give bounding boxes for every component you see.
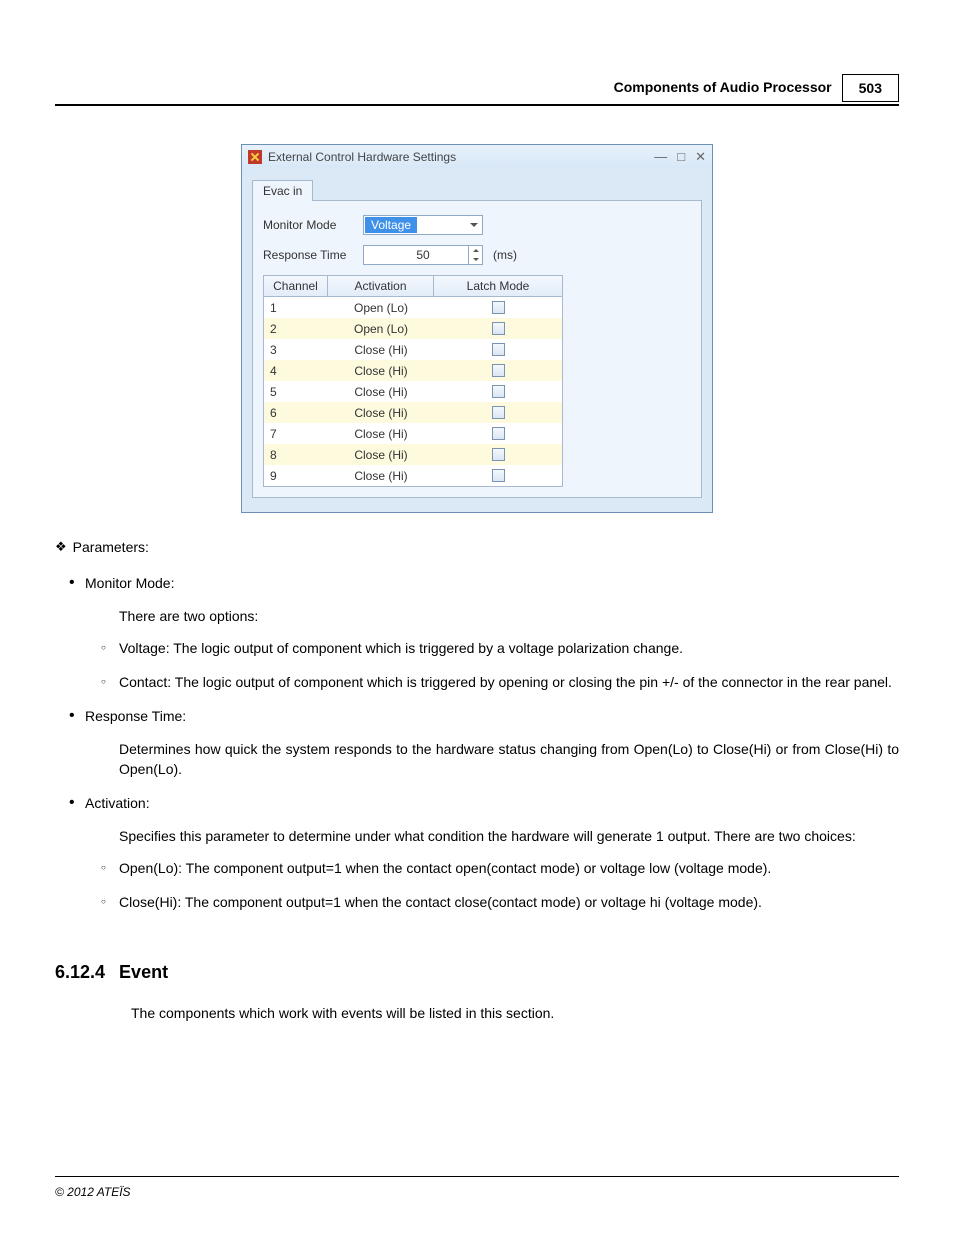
- spin-up-icon[interactable]: [469, 246, 482, 255]
- diamond-icon: ❖: [55, 538, 67, 557]
- latch-checkbox[interactable]: [492, 448, 505, 461]
- cell-channel: 4: [264, 364, 328, 378]
- cell-latch-mode: [434, 406, 562, 419]
- grid-row[interactable]: 5Close (Hi): [264, 381, 562, 402]
- cell-activation[interactable]: Close (Hi): [328, 469, 434, 483]
- cell-activation[interactable]: Open (Lo): [328, 301, 434, 315]
- grid-row[interactable]: 8Close (Hi): [264, 444, 562, 465]
- channel-grid: Channel Activation Latch Mode 1Open (Lo)…: [263, 275, 563, 487]
- cell-activation[interactable]: Close (Hi): [328, 343, 434, 357]
- col-activation: Activation: [328, 276, 434, 296]
- footer-copyright: © 2012 ATEÏS: [55, 1185, 131, 1199]
- cell-activation[interactable]: Close (Hi): [328, 406, 434, 420]
- latch-checkbox[interactable]: [492, 427, 505, 440]
- cell-latch-mode: [434, 364, 562, 377]
- page-header: Components of Audio Processor 503: [608, 74, 899, 102]
- latch-checkbox[interactable]: [492, 301, 505, 314]
- minimize-icon[interactable]: —: [654, 149, 667, 165]
- cell-latch-mode: [434, 448, 562, 461]
- cell-latch-mode: [434, 322, 562, 335]
- section-body: The components which work with events wi…: [55, 1003, 899, 1023]
- cell-activation[interactable]: Close (Hi): [328, 427, 434, 441]
- footer-rule: [55, 1176, 899, 1177]
- titlebar: External Control Hardware Settings — □ ✕: [242, 145, 712, 169]
- col-channel: Channel: [264, 276, 328, 296]
- header-title: Components of Audio Processor: [608, 74, 838, 102]
- cell-latch-mode: [434, 301, 562, 314]
- grid-row[interactable]: 1Open (Lo): [264, 297, 562, 318]
- latch-checkbox[interactable]: [492, 469, 505, 482]
- cell-channel: 3: [264, 343, 328, 357]
- latch-checkbox[interactable]: [492, 322, 505, 335]
- cell-channel: 7: [264, 427, 328, 441]
- cell-activation[interactable]: Open (Lo): [328, 322, 434, 336]
- voltage-option-text: Voltage: The logic output of component w…: [119, 638, 899, 658]
- grid-row[interactable]: 6Close (Hi): [264, 402, 562, 423]
- response-time-input[interactable]: 50: [363, 245, 483, 265]
- grid-row[interactable]: 2Open (Lo): [264, 318, 562, 339]
- section-title: Event: [119, 959, 168, 985]
- header-page-number: 503: [842, 74, 899, 102]
- latch-checkbox[interactable]: [492, 406, 505, 419]
- cell-channel: 2: [264, 322, 328, 336]
- parameters-heading: ❖ Parameters:: [55, 537, 899, 557]
- close-icon[interactable]: ✕: [695, 149, 706, 165]
- dialog-window: External Control Hardware Settings — □ ✕…: [241, 144, 713, 513]
- maximize-icon[interactable]: □: [677, 149, 685, 165]
- tab-evac-in[interactable]: Evac in: [252, 180, 313, 201]
- header-rule: [55, 104, 899, 106]
- monitor-mode-line: There are two options:: [85, 606, 899, 626]
- response-time-label: Response Time: [263, 248, 363, 262]
- cell-activation[interactable]: Close (Hi): [328, 364, 434, 378]
- grid-row[interactable]: 9Close (Hi): [264, 465, 562, 486]
- chevron-down-icon: [470, 223, 478, 227]
- grid-row[interactable]: 7Close (Hi): [264, 423, 562, 444]
- spin-down-icon[interactable]: [469, 255, 482, 264]
- grid-header-row: Channel Activation Latch Mode: [264, 276, 562, 297]
- cell-channel: 1: [264, 301, 328, 315]
- app-icon: [248, 150, 262, 164]
- col-latch-mode: Latch Mode: [434, 276, 562, 296]
- contact-option-text: Contact: The logic output of component w…: [119, 672, 899, 692]
- close-hi-text: Close(Hi): The component output=1 when t…: [119, 892, 899, 912]
- grid-row[interactable]: 3Close (Hi): [264, 339, 562, 360]
- cell-channel: 6: [264, 406, 328, 420]
- tabstrip: Evac in: [252, 179, 702, 201]
- activation-heading: Activation:: [85, 795, 150, 811]
- cell-latch-mode: [434, 469, 562, 482]
- response-time-unit: (ms): [493, 248, 517, 262]
- cell-activation[interactable]: Close (Hi): [328, 448, 434, 462]
- activation-body: Specifies this parameter to determine un…: [85, 826, 899, 846]
- cell-channel: 8: [264, 448, 328, 462]
- cell-channel: 9: [264, 469, 328, 483]
- cell-latch-mode: [434, 427, 562, 440]
- section-number: 6.12.4: [55, 959, 105, 985]
- cell-latch-mode: [434, 343, 562, 356]
- cell-activation[interactable]: Close (Hi): [328, 385, 434, 399]
- cell-latch-mode: [434, 385, 562, 398]
- window-title: External Control Hardware Settings: [268, 150, 456, 164]
- monitor-mode-heading: Monitor Mode:: [85, 575, 174, 591]
- cell-channel: 5: [264, 385, 328, 399]
- latch-checkbox[interactable]: [492, 343, 505, 356]
- response-time-value: 50: [416, 248, 429, 262]
- response-time-body: Determines how quick the system responds…: [85, 739, 899, 780]
- section-heading: 6.12.4 Event: [55, 959, 899, 985]
- latch-checkbox[interactable]: [492, 385, 505, 398]
- monitor-mode-dropdown[interactable]: Voltage: [363, 215, 483, 235]
- monitor-mode-label: Monitor Mode: [263, 218, 363, 232]
- open-lo-text: Open(Lo): The component output=1 when th…: [119, 858, 899, 878]
- monitor-mode-value: Voltage: [365, 217, 417, 233]
- response-time-heading: Response Time:: [85, 708, 186, 724]
- latch-checkbox[interactable]: [492, 364, 505, 377]
- grid-row[interactable]: 4Close (Hi): [264, 360, 562, 381]
